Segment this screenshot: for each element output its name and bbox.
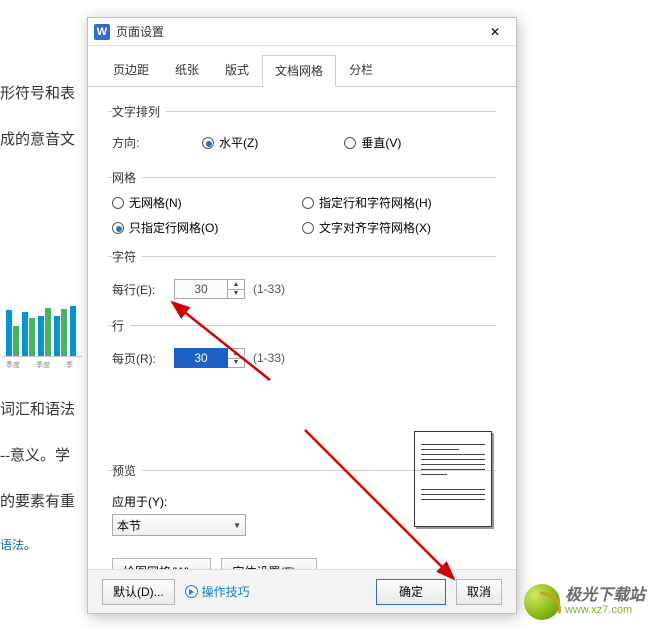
bg-text: 形符号和表 — [0, 82, 75, 103]
bg-text: 。 — [24, 538, 36, 552]
radio-vertical[interactable]: 垂直(V) — [344, 134, 401, 151]
logo-ball-icon — [524, 584, 560, 620]
apply-to-value: 本节 — [117, 517, 141, 534]
spin-down-icon[interactable]: ▼ — [228, 290, 244, 299]
radio-no-grid-label: 无网格(N) — [129, 194, 182, 211]
group-grid: 网格 无网格(N) 指定行和字符网格(H) 只指定行网格(O) 文字对齐字符网格… — [108, 169, 496, 238]
close-icon: ✕ — [490, 25, 500, 39]
group-lines-legend: 行 — [112, 317, 130, 334]
radio-dot-icon — [112, 222, 124, 234]
group-orientation: 文字排列 方向: 水平(Z) 垂直(V) — [108, 103, 496, 159]
radio-dot-icon — [112, 197, 124, 209]
dialog-footer: 默认(D)... 操作技巧 确定 取消 — [88, 569, 516, 613]
tips-label: 操作技巧 — [202, 583, 250, 600]
radio-dot-icon — [344, 137, 356, 149]
radio-dot-icon — [302, 222, 314, 234]
default-button[interactable]: 默认(D)... — [102, 579, 175, 605]
radio-horizontal[interactable]: 水平(Z) — [202, 134, 258, 151]
group-chars: 字符 每行(E): ▲▼ (1-33) — [108, 248, 496, 307]
chart-thumbnail: 季度 季度 季 — [2, 296, 82, 366]
chars-per-line-stepper[interactable]: ▲▼ — [174, 279, 245, 299]
dialog-title: 页面设置 — [116, 23, 164, 40]
group-orientation-legend: 文字排列 — [112, 103, 166, 120]
titlebar: W 页面设置 ✕ — [88, 18, 516, 46]
tab-layout[interactable]: 版式 — [212, 54, 262, 86]
radio-line-char-grid-label: 指定行和字符网格(H) — [319, 194, 432, 211]
play-icon — [185, 585, 198, 598]
page-setup-dialog: W 页面设置 ✕ 页边距 纸张 版式 文档网格 分栏 文字排列 方向: 水平(Z… — [87, 17, 517, 614]
lines-per-page-label: 每页(R): — [112, 350, 174, 367]
radio-line-only-grid-label: 只指定行网格(O) — [129, 219, 218, 236]
radio-vertical-label: 垂直(V) — [361, 134, 401, 151]
chars-per-line-input[interactable] — [174, 279, 228, 299]
bg-link-grammar[interactable]: 语法 — [0, 538, 24, 552]
radio-horizontal-label: 水平(Z) — [219, 134, 258, 151]
radio-line-char-grid[interactable]: 指定行和字符网格(H) — [302, 194, 468, 211]
logo-en: www.xz7.com — [565, 605, 645, 617]
radio-align-char-grid-label: 文字对齐字符网格(X) — [319, 219, 431, 236]
group-preview-legend: 预览 — [112, 462, 142, 479]
spin-down-icon[interactable]: ▼ — [228, 359, 244, 368]
chars-per-line-label: 每行(E): — [112, 281, 174, 298]
radio-align-char-grid[interactable]: 文字对齐字符网格(X) — [302, 219, 468, 236]
ok-button[interactable]: 确定 — [376, 579, 446, 605]
apply-to-label: 应用于(Y): — [112, 493, 167, 510]
group-grid-legend: 网格 — [112, 169, 142, 186]
radio-dot-icon — [302, 197, 314, 209]
bg-text: 的要素有重 — [0, 490, 75, 511]
tab-margins[interactable]: 页边距 — [100, 54, 162, 86]
radio-dot-icon — [202, 137, 214, 149]
app-icon: W — [94, 24, 110, 40]
spin-up-icon[interactable]: ▲ — [228, 280, 244, 290]
group-lines: 行 每页(R): ▲▼ (1-33) — [108, 317, 496, 376]
tab-paper[interactable]: 纸张 — [162, 54, 212, 86]
radio-no-grid[interactable]: 无网格(N) — [112, 194, 278, 211]
group-chars-legend: 字符 — [112, 248, 142, 265]
bg-text: 成的意音文 — [0, 128, 75, 149]
cancel-button[interactable]: 取消 — [456, 579, 502, 605]
close-button[interactable]: ✕ — [480, 21, 510, 43]
tab-doc-grid[interactable]: 文档网格 — [262, 55, 336, 87]
tab-bar: 页边距 纸张 版式 文档网格 分栏 — [88, 46, 516, 87]
logo-cn: 极光下载站 — [565, 588, 645, 605]
orientation-label: 方向: — [112, 134, 174, 151]
radio-line-only-grid[interactable]: 只指定行网格(O) — [112, 219, 278, 236]
site-logo: 极光下载站 www.xz7.com — [524, 584, 645, 620]
page-preview — [414, 431, 492, 527]
bg-text: 词汇和语法 — [0, 398, 75, 419]
tips-link[interactable]: 操作技巧 — [185, 583, 250, 600]
chevron-down-icon: ▼ — [233, 521, 241, 530]
tab-columns[interactable]: 分栏 — [336, 54, 386, 86]
spin-up-icon[interactable]: ▲ — [228, 349, 244, 359]
apply-to-combo[interactable]: 本节 ▼ — [112, 514, 246, 536]
lines-per-page-input[interactable] — [174, 348, 228, 368]
lines-per-page-stepper[interactable]: ▲▼ — [174, 348, 245, 368]
chars-range: (1-33) — [253, 282, 285, 296]
bg-text: --意义。学 — [0, 444, 70, 465]
lines-range: (1-33) — [253, 351, 285, 365]
